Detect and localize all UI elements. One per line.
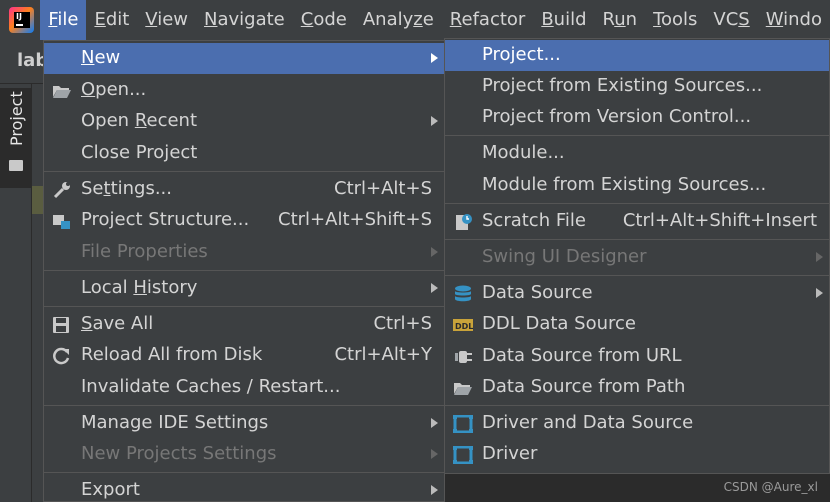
menu-item-swing-ui-designer[interactable]: Swing UI Designer [445,242,829,273]
menu-separator [44,405,444,406]
menubar-item[interactable]: Build [533,0,594,40]
menu-separator [44,472,444,473]
shortcut-save-all: Ctrl+S [373,313,432,334]
shortcut-settings: Ctrl+Alt+S [334,178,432,199]
menu-separator [445,203,829,204]
menu-item-module-from-existing-sources[interactable]: Module from Existing Sources... [445,170,829,201]
submenu-arrow-icon [431,485,438,495]
refresh-icon [52,347,72,365]
menu-item-data-source-from-path[interactable]: Data Source from Path [445,372,829,403]
driver-icon [453,445,473,465]
menu-item-save-all[interactable]: Save All Ctrl+S [44,309,444,340]
menubar-item[interactable]: View [137,0,196,40]
menu-separator [445,135,829,136]
shortcut-reload: Ctrl+Alt+Y [334,344,432,365]
tool-window-tab-project[interactable]: Project [0,88,32,188]
menu-item-reload-from-disk[interactable]: Reload All from Disk Ctrl+Alt+Y [44,340,444,371]
svg-text:DDL: DDL [455,322,473,331]
driver-icon [453,414,473,434]
watermark: CSDN @Aure_xl [723,480,818,494]
menu-item-new-projects-settings[interactable]: New Projects Settings [44,439,444,470]
menu-item-project[interactable]: Project... [445,40,829,71]
submenu-arrow-icon [816,288,823,298]
menu-separator [445,405,829,406]
menu-item-project-from-vcs[interactable]: Project from Version Control... [445,102,829,133]
menu-item-file-properties[interactable]: File Properties [44,237,444,268]
menu-item-new[interactable]: New [44,43,444,74]
new-submenu: Project... Project from Existing Sources… [444,38,830,474]
wrench-icon [52,181,72,199]
menu-item-open-recent[interactable]: Open Recent [44,106,444,137]
menu-item-local-history[interactable]: Local History [44,273,444,304]
menu-item-driver[interactable]: Driver [445,439,829,470]
menubar-item[interactable]: Code [293,0,355,40]
shortcut-project-structure: Ctrl+Alt+Shift+S [278,209,432,230]
submenu-arrow-icon [431,53,438,63]
open-folder-icon [453,379,473,397]
folder-icon [9,160,23,171]
menubar-item[interactable]: Edit [86,0,137,40]
intellij-logo-icon[interactable]: IJ [9,7,35,33]
menubar-item[interactable]: File [40,0,87,40]
scratch-file-icon [453,213,473,231]
plug-icon [453,348,473,366]
menubar-item[interactable]: Refactor [442,0,534,40]
menubar-item[interactable]: Navigate [196,0,293,40]
menu-separator [445,275,829,276]
menu-separator [44,306,444,307]
menu-item-invalidate-caches[interactable]: Invalidate Caches / Restart... [44,372,444,403]
menubar-item[interactable]: Windo [758,0,830,40]
menu-item-export[interactable]: Export [44,475,444,502]
menu-item-driver-and-data-source[interactable]: Driver and Data Source [445,408,829,439]
submenu-arrow-icon [431,449,438,459]
menu-item-data-source-from-url[interactable]: Data Source from URL [445,341,829,372]
submenu-arrow-icon [431,283,438,293]
submenu-arrow-icon [431,247,438,257]
menu-item-module[interactable]: Module... [445,138,829,169]
menu-item-data-source[interactable]: Data Source [445,278,829,309]
menu-item-scratch-file[interactable]: Scratch File Ctrl+Alt+Shift+Insert [445,206,829,237]
menubar-item[interactable]: Analyze [355,0,442,40]
submenu-arrow-icon [816,252,823,262]
logo-text: IJ [16,12,22,21]
shortcut-scratch-file: Ctrl+Alt+Shift+Insert [622,210,817,231]
menubar-item[interactable]: Tools [645,0,705,40]
menu-item-close-project[interactable]: Close Project [44,138,444,169]
menu-item-project-from-existing-sources[interactable]: Project from Existing Sources... [445,71,829,102]
submenu-arrow-icon [431,418,438,428]
menubar-item[interactable]: Run [595,0,646,40]
project-structure-icon [52,212,72,230]
menubar-item[interactable]: VCS [705,0,757,40]
database-icon [453,285,473,303]
project-tab-label: Project [7,91,26,146]
menu-separator [44,270,444,271]
menu-item-settings[interactable]: Settings... Ctrl+Alt+S [44,174,444,205]
file-menu: New Open... Open Recent Close Project Se… [43,40,445,502]
ddl-icon: DDL [453,316,473,334]
menu-bar: IJ File Edit View Navigate Code Analyze Refact… [0,0,830,40]
menu-separator [44,171,444,172]
submenu-arrow-icon [431,116,438,126]
menu-item-manage-ide-settings[interactable]: Manage IDE Settings [44,408,444,439]
menu-separator [445,239,829,240]
menu-item-project-structure[interactable]: Project Structure... Ctrl+Alt+Shift+S [44,205,444,236]
menu-item-ddl-data-source[interactable]: DDL DDL Data Source [445,309,829,340]
menu-item-open[interactable]: Open... [44,75,444,106]
save-icon [52,316,72,334]
open-folder-icon [52,82,72,100]
